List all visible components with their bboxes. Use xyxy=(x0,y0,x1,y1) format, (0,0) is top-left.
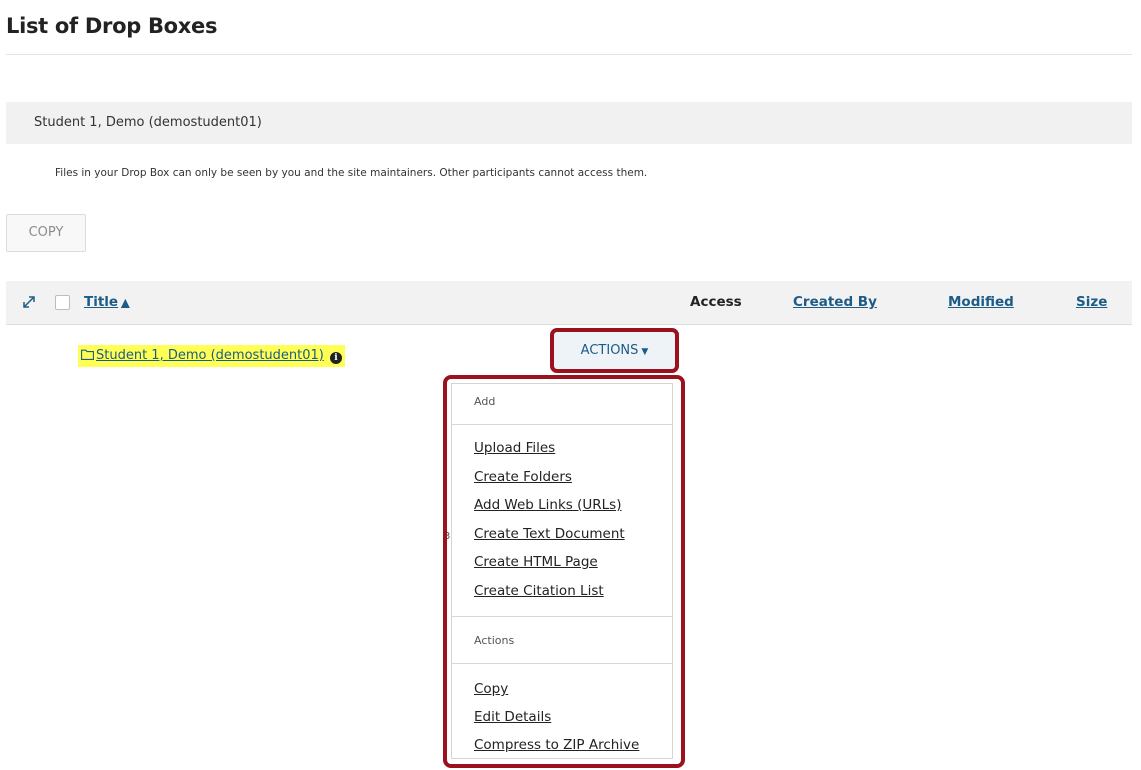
column-header-created-by[interactable]: Created By xyxy=(793,294,877,310)
menu-header-actions: Actions xyxy=(474,634,515,647)
select-all-checkbox[interactable] xyxy=(55,295,70,310)
menu-item-copy[interactable]: Copy xyxy=(474,681,508,697)
menu-item-create-text-document[interactable]: Create Text Document xyxy=(474,526,625,542)
table-header: Title ▲ Access Created By Modified Size xyxy=(6,281,1132,325)
column-header-modified[interactable]: Modified xyxy=(948,294,1014,310)
chevron-up-icon: ▲ xyxy=(121,296,130,309)
column-title-label: Title xyxy=(84,294,119,310)
menu-item-add-web-links[interactable]: Add Web Links (URLs) xyxy=(474,497,621,513)
column-header-access: Access xyxy=(690,294,742,310)
folder-link[interactable]: Student 1, Demo (demostudent01) i xyxy=(78,345,345,367)
column-header-title[interactable]: Title ▲ xyxy=(84,294,130,310)
menu-item-compress-zip[interactable]: Compress to ZIP Archive xyxy=(474,737,639,753)
menu-header-add: Add xyxy=(474,395,496,408)
expand-arrows-icon[interactable] xyxy=(22,295,36,309)
page-title: List of Drop Boxes xyxy=(6,14,218,38)
menu-item-edit-details[interactable]: Edit Details xyxy=(474,709,551,725)
actions-dropdown-menu: Add Upload Files Create Folders Add Web … xyxy=(451,383,673,759)
dropbox-notice: Files in your Drop Box can only be seen … xyxy=(55,167,648,179)
menu-item-create-html-page[interactable]: Create HTML Page xyxy=(474,554,598,570)
folder-icon xyxy=(81,349,94,360)
folder-name: Student 1, Demo (demostudent01) xyxy=(96,348,324,363)
actions-button-label: ACTIONS xyxy=(580,343,639,358)
menu-item-create-citation-list[interactable]: Create Citation List xyxy=(474,583,604,599)
menu-divider xyxy=(452,616,672,617)
copy-button[interactable]: COPY xyxy=(6,214,86,252)
actions-button[interactable]: ACTIONS ▼ xyxy=(558,336,671,366)
title-divider xyxy=(6,54,1132,55)
info-circle-icon[interactable]: i xyxy=(330,352,342,364)
menu-divider xyxy=(452,663,672,664)
caret-down-icon: ▼ xyxy=(641,347,649,357)
menu-item-create-folders[interactable]: Create Folders xyxy=(474,469,572,485)
menu-item-upload-files[interactable]: Upload Files xyxy=(474,440,555,456)
user-bar: Student 1, Demo (demostudent01) xyxy=(6,102,1132,144)
menu-divider xyxy=(452,424,672,425)
column-header-size[interactable]: Size xyxy=(1076,294,1107,310)
